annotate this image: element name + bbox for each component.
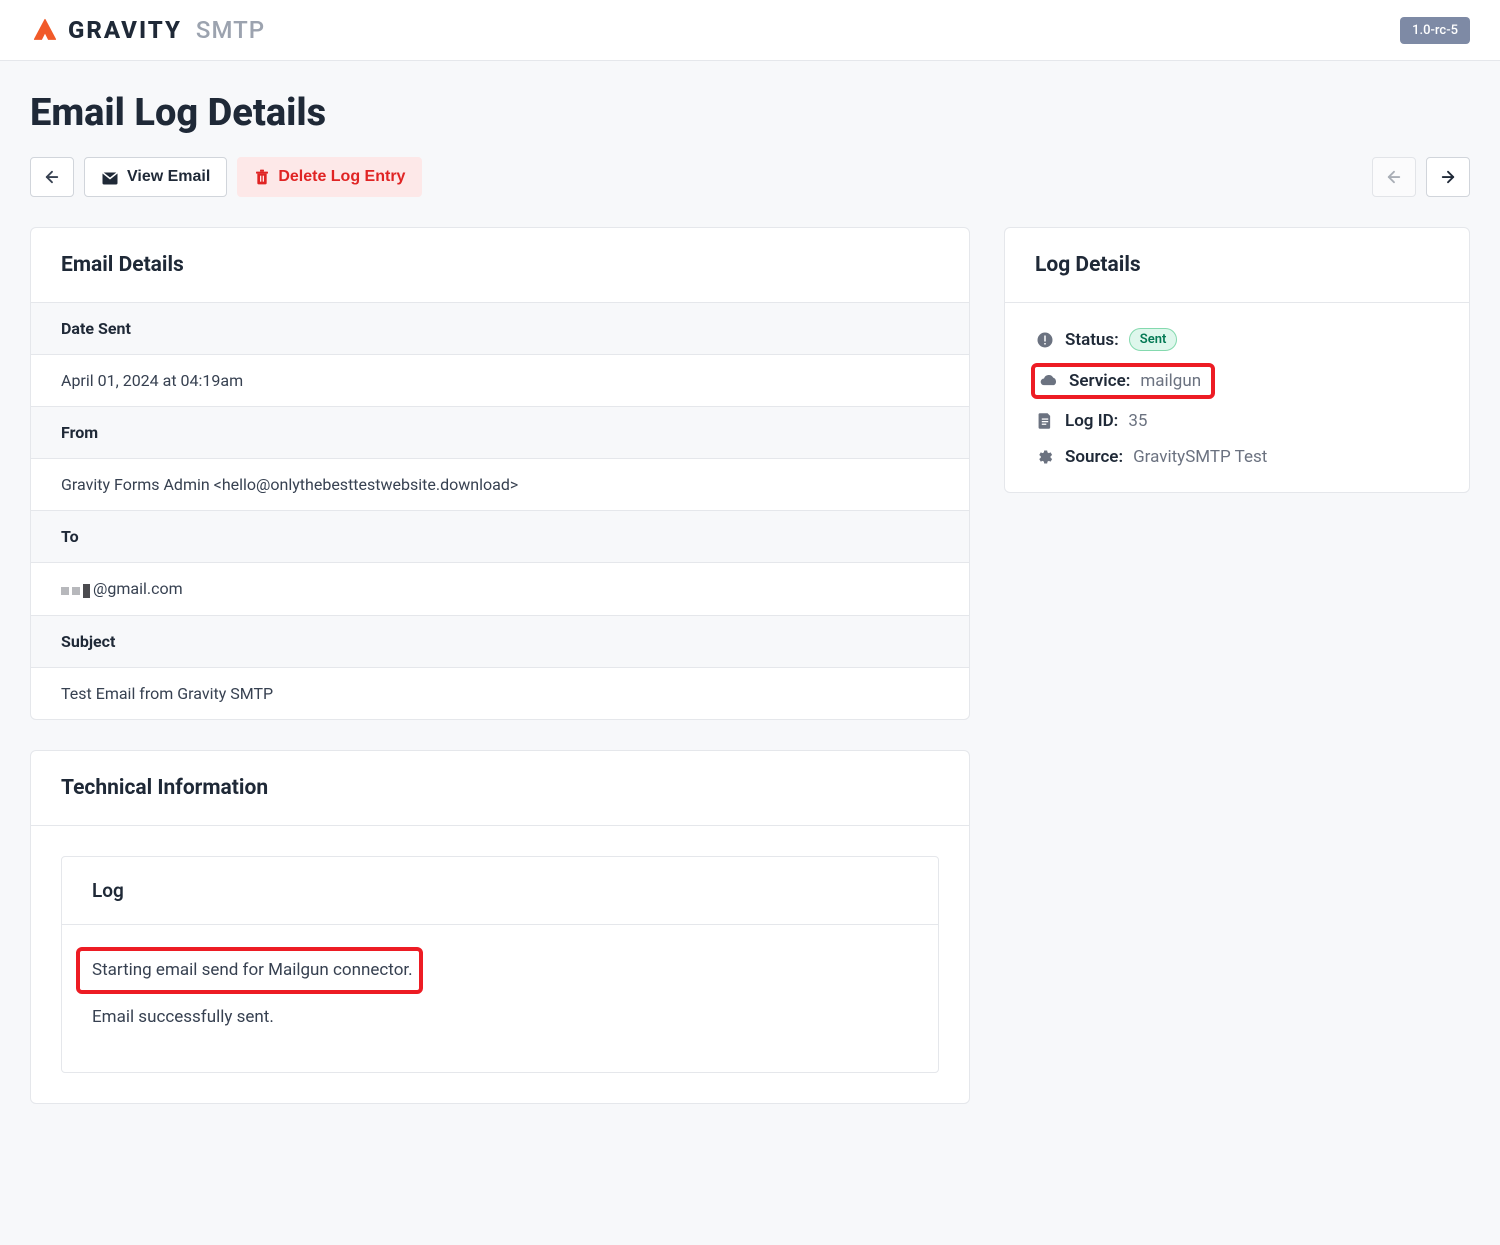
from-label: From [31,407,969,459]
status-row: Status: Sent [1035,328,1439,351]
service-highlight: Service: mailgun [1031,363,1215,399]
to-value: @gmail.com [31,563,969,616]
technical-info-body: Log Starting email send for Mailgun conn… [31,826,969,1102]
toolbar-right [1372,157,1470,197]
gravity-logo-icon [30,15,60,45]
log-body: Starting email send for Mailgun connecto… [62,925,938,1071]
brand-logo: GRAVITY SMTP [30,15,265,45]
logid-row: Log ID: 35 [1035,411,1439,431]
toolbar: View Email Delete Log Entry [30,157,1470,197]
status-icon [1035,330,1055,350]
source-row: Source: GravitySMTP Test [1035,447,1439,467]
subject-value: Test Email from Gravity SMTP [31,668,969,719]
topbar: GRAVITY SMTP 1.0-rc-5 [0,0,1500,61]
from-value: Gravity Forms Admin <hello@onlythebestte… [31,459,969,511]
arrow-left-icon [43,168,61,186]
toolbar-left: View Email Delete Log Entry [30,157,422,197]
logid-value: 35 [1128,411,1147,431]
log-details-heading: Log Details [1035,253,1439,277]
document-icon [1035,411,1055,431]
right-column: Log Details Status: Sent [1004,227,1470,523]
version-badge: 1.0-rc-5 [1400,17,1470,44]
trash-icon [254,168,270,186]
next-entry-button[interactable] [1426,157,1470,197]
source-value: GravitySMTP Test [1133,447,1267,467]
view-email-label: View Email [127,168,210,186]
email-details-card: Email Details Date Sent April 01, 2024 a… [30,227,970,720]
back-button[interactable] [30,157,74,197]
to-suffix: @gmail.com [93,579,183,598]
envelope-icon [101,169,119,185]
page-content: Email Log Details View Email Delete Log … [0,61,1500,1164]
log-box: Log Starting email send for Mailgun conn… [61,856,939,1072]
log-line-0: Starting email send for Mailgun connecto… [92,960,413,980]
left-column: Email Details Date Sent April 01, 2024 a… [30,227,970,1134]
service-value: mailgun [1140,371,1201,391]
prev-entry-button[interactable] [1372,157,1416,197]
status-badge: Sent [1129,328,1178,351]
arrow-right-icon [1439,168,1457,186]
brand-name: GRAVITY [68,16,182,44]
date-sent-value: April 01, 2024 at 04:19am [31,355,969,407]
delete-entry-label: Delete Log Entry [278,168,405,186]
email-details-heading: Email Details [61,253,939,277]
date-sent-label: Date Sent [31,303,969,355]
status-label: Status: [1065,330,1119,350]
technical-info-header: Technical Information [31,751,969,826]
highlight-box: Starting email send for Mailgun connecto… [76,947,423,994]
delete-entry-button[interactable]: Delete Log Entry [237,157,422,197]
source-label: Source: [1065,447,1123,467]
logid-label: Log ID: [1065,411,1118,431]
page-title: Email Log Details [30,91,1470,135]
service-row: Service: mailgun [1039,371,1201,391]
to-label: To [31,511,969,563]
log-details-header: Log Details [1005,228,1469,303]
technical-info-card: Technical Information Log Starting email… [30,750,970,1103]
subject-label: Subject [31,616,969,668]
redacted-prefix [61,580,93,599]
arrow-left-icon [1385,168,1403,186]
gear-icon [1035,447,1055,467]
log-line-highlighted: Starting email send for Mailgun connecto… [92,947,908,994]
brand-suffix: SMTP [196,16,265,44]
log-details-body: Status: Sent Service: mailgun [1005,303,1469,492]
log-heading: Log [62,857,938,925]
email-details-header: Email Details [31,228,969,303]
log-line-1: Email successfully sent. [92,1004,908,1031]
columns: Email Details Date Sent April 01, 2024 a… [30,227,1470,1134]
view-email-button[interactable]: View Email [84,157,227,197]
service-label: Service: [1069,371,1130,391]
cloud-icon [1039,371,1059,391]
log-details-card: Log Details Status: Sent [1004,227,1470,493]
technical-info-heading: Technical Information [61,776,939,800]
